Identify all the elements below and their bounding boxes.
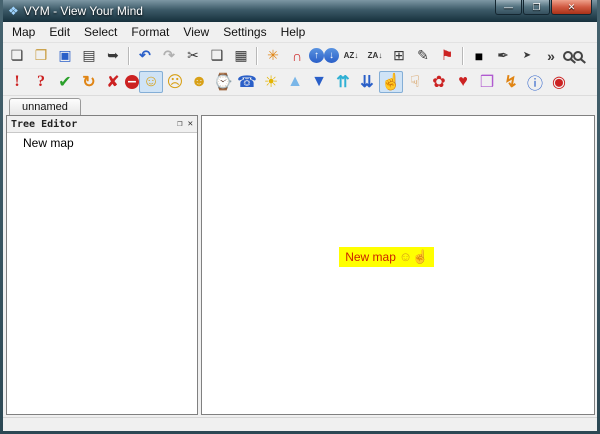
paste-button[interactable]: ▦	[229, 45, 253, 67]
lifebelt-flag-button[interactable]: ◉	[547, 71, 571, 93]
tree-list: New map	[7, 133, 197, 414]
double-arrow-down-flag-button[interactable]: ⇊	[355, 71, 379, 93]
thumb-up-flag-button[interactable]: ☝	[379, 71, 403, 93]
menu-edit[interactable]: Edit	[42, 23, 77, 41]
phone-flag-button[interactable]: ☎	[235, 71, 259, 93]
double-arrow-up-flag-button[interactable]: ⇈	[331, 71, 355, 93]
menu-format[interactable]: Format	[124, 23, 176, 41]
tab-bar: unnamed	[3, 96, 597, 115]
app-icon: ❖	[8, 4, 19, 18]
title-bar: ❖ VYM - View Your Mind —❐✕	[3, 0, 597, 22]
map-canvas[interactable]: New map ☺☝	[201, 115, 595, 415]
cross-flag-button[interactable]: ✘	[101, 71, 125, 93]
close-button[interactable]: ✕	[551, 0, 592, 15]
info-flag-button[interactable]: ⓘ	[523, 71, 547, 93]
tree-editor-panel: Tree Editor ❐ ✕ New map	[6, 115, 198, 415]
float-panel-button[interactable]: ❐	[177, 119, 182, 129]
content-area: Tree Editor ❐ ✕ New map New map ☺☝	[3, 115, 597, 417]
color-swatch[interactable]: ■	[467, 45, 491, 67]
smiley-omg-flag-button[interactable]: ☻	[187, 71, 211, 93]
arrow-down-flag-button[interactable]: ▼	[307, 71, 331, 93]
thumb-down-flag-button[interactable]: ☟	[403, 71, 427, 93]
zoom-reset-button[interactable]	[573, 51, 583, 61]
toolbar-overflow-button[interactable]: »	[539, 45, 563, 67]
cut-button[interactable]: ✂	[181, 45, 205, 67]
tree-item-new-map[interactable]: New map	[7, 133, 197, 153]
selection-arrow-button[interactable]: ➤	[515, 45, 539, 67]
smiley-good-flag-button[interactable]: ☺	[139, 71, 163, 93]
tree-editor-title: Tree Editor	[11, 119, 77, 130]
close-panel-button[interactable]: ✕	[188, 119, 193, 129]
map-node-new-map[interactable]: New map ☺☝	[339, 247, 434, 267]
menu-help[interactable]: Help	[274, 23, 313, 41]
undo-button[interactable]: ↶	[133, 45, 157, 67]
move-down-button[interactable]: ↓	[324, 48, 339, 63]
open-map-button[interactable]: ❐	[29, 45, 53, 67]
present-flag-button[interactable]: ❒	[475, 71, 499, 93]
maximize-button[interactable]: ❐	[523, 0, 550, 15]
new-map-button[interactable]: ❏	[5, 45, 29, 67]
print-button[interactable]: ▤	[77, 45, 101, 67]
smiley-good-flag-icon: ☺	[399, 249, 412, 264]
map-node-label: New map	[345, 250, 396, 264]
lamp-flag-button[interactable]: ☀	[259, 71, 283, 93]
tree-editor-header: Tree Editor ❐ ✕	[7, 116, 197, 133]
thumb-up-flag-icon: ☝	[412, 249, 428, 264]
window-controls: —❐✕	[495, 0, 592, 15]
move-up-button[interactable]: ↑	[309, 48, 324, 63]
flag-button[interactable]: ⚑	[435, 45, 459, 67]
toolbar-separator	[128, 47, 130, 65]
flags-toolbar: !?✔↻✘–☺☹☻⌚☎☀▲▼⇈⇊☝☟✿♥❒↯ⓘ◉	[3, 69, 597, 96]
status-bar	[3, 417, 597, 431]
app-window: ❖ VYM - View Your Mind —❐✕ MapEditSelect…	[0, 0, 600, 434]
client-area: MapEditSelectFormatViewSettingsHelp ❏❐▣▤…	[3, 22, 597, 431]
minimize-button[interactable]: —	[495, 0, 522, 15]
zoom-in-button[interactable]	[563, 51, 573, 61]
sort-descending-button[interactable]: ZA↓	[363, 45, 387, 67]
smiley-sad-flag-button[interactable]: ☹	[163, 71, 187, 93]
flash-flag-button[interactable]: ↯	[499, 71, 523, 93]
save-map-button[interactable]: ▣	[53, 45, 77, 67]
copy-button[interactable]: ❑	[205, 45, 229, 67]
stopsign-flag-button[interactable]: –	[125, 75, 139, 89]
main-toolbar: ❏❐▣▤➥ ↶↷✂❑▦ ✳∩↑↓AZ↓ZA↓⊞✎⚑ ■✒➤»	[3, 43, 597, 69]
menu-select[interactable]: Select	[77, 23, 124, 41]
star-button[interactable]: ✳	[261, 45, 285, 67]
toolbar-separator	[462, 47, 464, 65]
exclamation-flag-button[interactable]: !	[5, 71, 29, 93]
sort-ascending-button[interactable]: AZ↓	[339, 45, 363, 67]
menu-map[interactable]: Map	[5, 23, 42, 41]
map-node-flags: ☺☝	[399, 249, 428, 265]
menu-settings[interactable]: Settings	[216, 23, 273, 41]
question-flag-button[interactable]: ?	[29, 71, 53, 93]
scroll-branch-button[interactable]: ⊞	[387, 45, 411, 67]
menu-view[interactable]: View	[176, 23, 216, 41]
arrow-up-flag-button[interactable]: ▲	[283, 71, 307, 93]
toolbar-separator	[256, 47, 258, 65]
redo-button[interactable]: ↷	[157, 45, 181, 67]
tab-unnamed[interactable]: unnamed	[9, 98, 81, 115]
rose-flag-button[interactable]: ✿	[427, 71, 451, 93]
window-title: VYM - View Your Mind	[24, 4, 143, 18]
menu-bar: MapEditSelectFormatViewSettingsHelp	[3, 22, 597, 43]
heart-flag-button[interactable]: ♥	[451, 71, 475, 93]
note-editor-button[interactable]: ✎	[411, 45, 435, 67]
export-image-button[interactable]: ➥	[101, 45, 125, 67]
refresh-flag-button[interactable]: ↻	[77, 71, 101, 93]
magnet-button[interactable]: ∩	[285, 45, 309, 67]
color-picker-button[interactable]: ✒	[491, 45, 515, 67]
tree-editor-header-buttons: ❐ ✕	[177, 119, 193, 129]
ok-flag-button[interactable]: ✔	[53, 71, 77, 93]
clock-flag-button[interactable]: ⌚	[211, 71, 235, 93]
